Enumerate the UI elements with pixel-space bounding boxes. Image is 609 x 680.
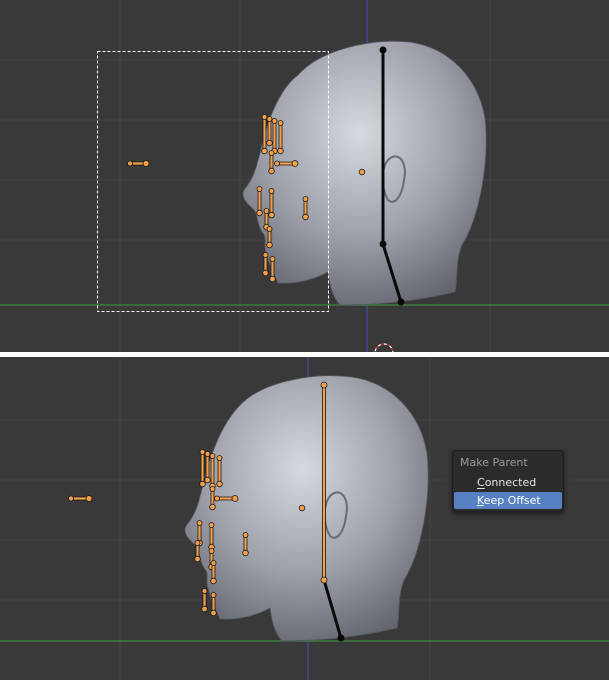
viewport-bottom-canvas[interactable] <box>0 357 609 680</box>
head-mesh[interactable] <box>184 375 429 642</box>
menu-item-keep-offset[interactable]: Keep Offset <box>454 492 562 509</box>
menu-item-label: Connected <box>477 476 537 489</box>
menu-title: Make Parent <box>460 456 528 469</box>
viewport-top-canvas[interactable] <box>0 0 609 352</box>
make-parent-menu: Make Parent Connected Keep Offset <box>452 450 564 512</box>
menu-item-label: Keep Offset <box>477 494 541 507</box>
menu-item-connected[interactable]: Connected <box>454 474 562 491</box>
viewport-bottom[interactable] <box>0 357 609 680</box>
viewport-top[interactable] <box>0 0 609 352</box>
cursor-3d-icon <box>374 343 394 352</box>
